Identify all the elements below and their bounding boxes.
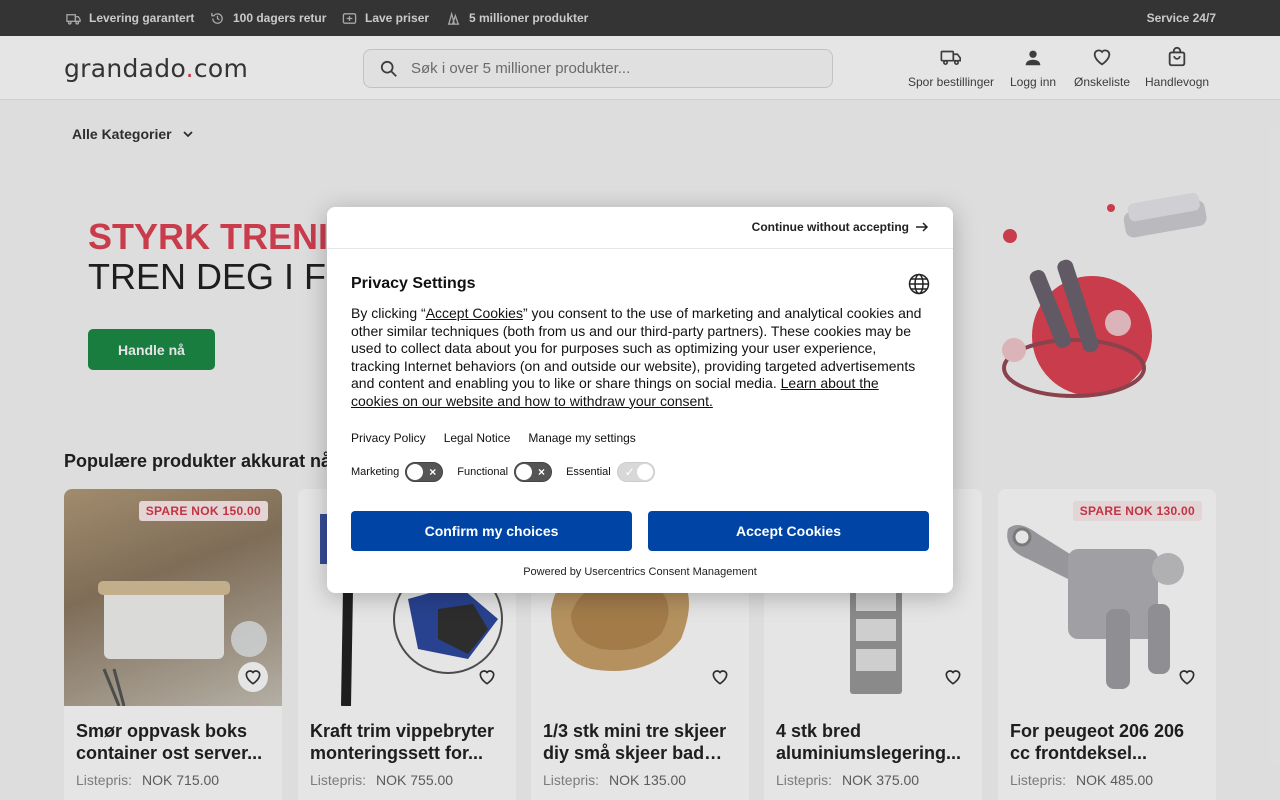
functional-toggle-group: Functional × (457, 462, 553, 482)
arrow-right-icon (916, 222, 929, 232)
toggle-knob (516, 464, 533, 480)
marketing-toggle[interactable]: × (405, 462, 444, 482)
privacy-settings-dialog: Continue without accepting Privacy Setti… (327, 207, 953, 593)
continue-label: Continue without accepting (751, 220, 909, 234)
privacy-policy-link[interactable]: Privacy Policy (351, 431, 426, 445)
functional-toggle[interactable]: × (514, 462, 553, 482)
globe-language-icon[interactable] (908, 273, 930, 295)
toggle-knob (636, 464, 653, 480)
manage-settings-link[interactable]: Manage my settings (528, 431, 635, 445)
essential-toggle: ✓ (616, 462, 655, 482)
accept-cookies-link[interactable]: Accept Cookies (426, 305, 523, 321)
policy-links: Privacy Policy Legal Notice Manage my se… (351, 431, 636, 445)
continue-without-accepting-button[interactable]: Continue without accepting (752, 220, 929, 234)
toggle-knob (407, 464, 424, 480)
dialog-title: Privacy Settings (351, 275, 476, 292)
toggle-label: Essential (566, 466, 611, 478)
legal-notice-link[interactable]: Legal Notice (444, 431, 511, 445)
check-icon: ✓ (624, 465, 635, 479)
marketing-toggle-group: Marketing × (351, 462, 444, 482)
toggle-label: Marketing (351, 466, 400, 478)
essential-toggle-group: Essential ✓ (566, 462, 655, 482)
toggle-label: Functional (457, 466, 509, 478)
accept-cookies-button[interactable]: Accept Cookies (648, 511, 929, 551)
close-icon: × (429, 465, 437, 479)
text-part: By clicking “ (351, 305, 426, 321)
close-icon: × (538, 465, 546, 479)
dialog-header: Continue without accepting (327, 207, 953, 249)
confirm-choices-button[interactable]: Confirm my choices (351, 511, 632, 551)
consent-toggles: Marketing × Functional × Essential ✓ (351, 462, 669, 482)
consent-text: By clicking “Accept Cookies” you consent… (351, 305, 929, 410)
powered-by-text: Powered by Usercentrics Consent Manageme… (523, 566, 757, 578)
